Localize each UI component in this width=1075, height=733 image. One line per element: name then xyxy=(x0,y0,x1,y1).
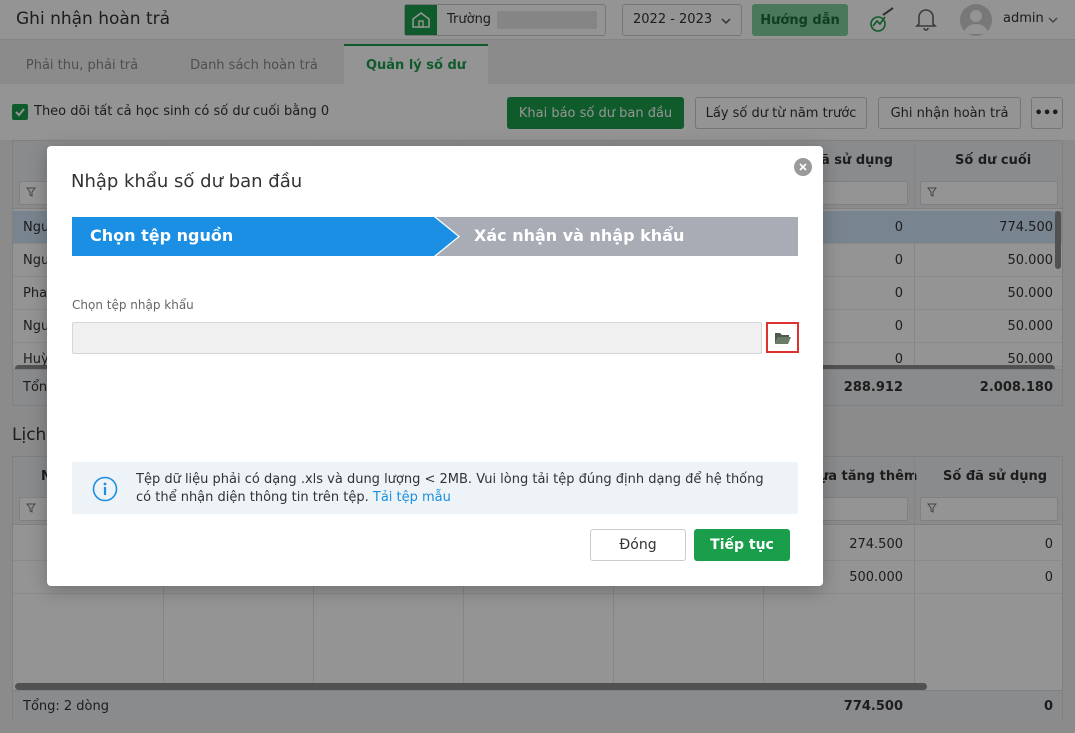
close-button[interactable] xyxy=(794,158,812,176)
wizard-steps: Chọn tệp nguồn Xác nhận và nhập khẩu xyxy=(72,217,798,256)
close-dialog-button[interactable]: Đóng xyxy=(590,529,686,561)
close-icon xyxy=(799,163,807,171)
browse-file-button[interactable] xyxy=(766,322,799,353)
continue-button[interactable]: Tiếp tục xyxy=(694,529,790,561)
file-path-input[interactable] xyxy=(72,322,762,354)
download-template-link[interactable]: Tải tệp mẫu xyxy=(373,490,451,505)
dialog-title: Nhập khẩu số dư ban đầu xyxy=(71,171,303,192)
info-text: Tệp dữ liệu phải có dạng .xls và dung lư… xyxy=(136,471,776,507)
folder-open-icon xyxy=(774,332,791,344)
step-choose-source-file: Chọn tệp nguồn xyxy=(72,217,458,256)
import-initial-balance-dialog: Nhập khẩu số dư ban đầu Chọn tệp nguồn X… xyxy=(47,146,823,586)
file-input-label: Chọn tệp nhập khẩu xyxy=(72,298,194,312)
step-confirm-import: Xác nhận và nhập khẩu xyxy=(436,217,798,256)
info-icon xyxy=(92,476,118,502)
info-notice: Tệp dữ liệu phải có dạng .xls và dung lư… xyxy=(72,462,798,514)
